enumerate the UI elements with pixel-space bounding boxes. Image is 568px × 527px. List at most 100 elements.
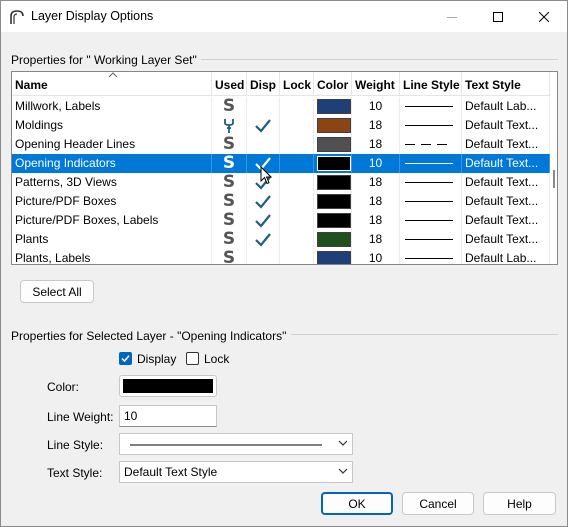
column-header-lock[interactable]: Lock: [280, 72, 314, 96]
layer-display-options-dialog: Layer Display Options Properties for " W…: [0, 0, 568, 527]
color-picker-button[interactable]: [119, 375, 217, 397]
text-style-value: Default Text...: [462, 192, 550, 211]
column-header-text-style[interactable]: Text Style: [462, 72, 550, 96]
layer-row[interactable]: Patterns, 3D Views S 18 Default Text...: [12, 173, 550, 192]
weight-value: 18: [352, 116, 400, 135]
column-header-color[interactable]: Color: [314, 72, 352, 96]
text-style-select[interactable]: Default Text Style: [119, 461, 353, 483]
display-toggle[interactable]: [247, 230, 280, 249]
used-indicator: S: [212, 154, 247, 173]
vertical-scrollbar[interactable]: [550, 72, 557, 264]
layer-row[interactable]: Plants S 18 Default Text...: [12, 230, 550, 249]
weight-value: 18: [352, 173, 400, 192]
ok-button[interactable]: OK: [321, 492, 393, 515]
color-cell[interactable]: [314, 173, 352, 192]
color-swatch: [123, 379, 213, 393]
weight-value: 10: [352, 249, 400, 264]
display-toggle[interactable]: [247, 211, 280, 230]
column-header-disp[interactable]: Disp: [247, 72, 280, 96]
color-label: Color:: [47, 380, 80, 394]
line-style-preview: [400, 211, 462, 230]
lock-toggle[interactable]: [280, 135, 314, 154]
chevron-down-icon: [338, 468, 348, 474]
select-all-button[interactable]: Select All: [20, 280, 94, 303]
lock-checkbox[interactable]: [186, 352, 199, 365]
line-style-preview: [400, 192, 462, 211]
line-style-preview: [400, 97, 462, 116]
used-indicator: S: [212, 211, 247, 230]
lock-toggle[interactable]: [280, 249, 314, 264]
layer-row[interactable]: Opening Header Lines S 18 Default Text...: [12, 135, 550, 154]
solid-line-preview: [130, 444, 322, 446]
cancel-button[interactable]: Cancel: [402, 492, 474, 515]
used-indicator: S: [212, 192, 247, 211]
display-toggle[interactable]: [247, 116, 280, 135]
color-cell[interactable]: [314, 116, 352, 135]
line-style-preview: [400, 135, 462, 154]
line-style-preview: [400, 249, 462, 264]
layer-row[interactable]: Picture/PDF Boxes S 18 Default Text...: [12, 192, 550, 211]
color-swatch: [317, 156, 351, 171]
selected-layer-section-title: Properties for Selected Layer - "Opening…: [11, 329, 287, 343]
lock-label: Lock: [204, 352, 230, 366]
layer-row[interactable]: Opening Indicators S 10 Default Text...: [12, 154, 550, 173]
lock-toggle[interactable]: [280, 211, 314, 230]
color-cell[interactable]: [314, 135, 352, 154]
color-cell[interactable]: [314, 230, 352, 249]
layer-row[interactable]: Millwork, Labels S 10 Default Lab...: [12, 97, 550, 116]
maximize-button[interactable]: [475, 1, 521, 32]
color-cell[interactable]: [314, 249, 352, 264]
column-header-line-style[interactable]: Line Style: [400, 72, 462, 96]
column-header-weight[interactable]: Weight: [352, 72, 400, 96]
scrollbar-thumb[interactable]: [553, 170, 555, 188]
window-title: Layer Display Options: [31, 9, 154, 23]
lock-toggle[interactable]: [280, 154, 314, 173]
help-button[interactable]: Help: [483, 492, 556, 515]
minimize-icon: [447, 16, 457, 18]
weight-value: 10: [352, 97, 400, 116]
color-cell[interactable]: [314, 192, 352, 211]
color-cell[interactable]: [314, 97, 352, 116]
checkmark-icon: [255, 119, 271, 133]
grid-header: Name Used Disp Lock Color Weight Line Style Tex…: [12, 72, 557, 96]
checkmark-icon: [255, 195, 271, 209]
line-weight-input[interactable]: 10: [119, 405, 217, 427]
close-button[interactable]: [521, 1, 567, 32]
layer-name: Picture/PDF Boxes, Labels: [12, 211, 212, 230]
minimize-button[interactable]: [429, 1, 475, 32]
color-swatch: [317, 99, 351, 114]
checkmark-icon: [121, 355, 130, 363]
display-checkbox[interactable]: [119, 352, 132, 365]
color-swatch: [317, 175, 351, 190]
line-style-select[interactable]: [119, 433, 353, 455]
display-toggle[interactable]: [247, 192, 280, 211]
color-cell[interactable]: [314, 211, 352, 230]
color-cell[interactable]: [314, 154, 352, 173]
lock-toggle[interactable]: [280, 192, 314, 211]
maximize-icon: [493, 11, 503, 22]
column-header-used[interactable]: Used: [212, 72, 247, 96]
layer-row[interactable]: Plants, Labels S 10 Default Lab...: [12, 249, 550, 264]
layer-row[interactable]: Moldings 18 Default Text...: [12, 116, 550, 135]
display-toggle[interactable]: [247, 97, 280, 116]
color-swatch: [317, 251, 351, 264]
checkmark-icon: [255, 214, 271, 228]
text-style-value: Default Lab...: [462, 249, 550, 264]
text-style-value: Default Text...: [462, 211, 550, 230]
color-swatch: [317, 232, 351, 247]
lock-toggle[interactable]: [280, 97, 314, 116]
column-header-name[interactable]: Name: [12, 72, 212, 96]
layer-grid[interactable]: Name Used Disp Lock Color Weight Line Style Tex…: [11, 71, 558, 265]
lock-toggle[interactable]: [280, 116, 314, 135]
display-toggle[interactable]: [247, 249, 280, 264]
layer-row[interactable]: Picture/PDF Boxes, Labels S 18 Default Text…: [12, 211, 550, 230]
lock-toggle[interactable]: [280, 173, 314, 192]
lock-toggle[interactable]: [280, 230, 314, 249]
line-style-label: Line Style:: [47, 438, 104, 452]
color-swatch: [317, 213, 351, 228]
section-divider: [291, 334, 558, 335]
display-toggle[interactable]: [247, 135, 280, 154]
layer-name: Millwork, Labels: [12, 97, 212, 116]
line-style-preview: [400, 116, 462, 135]
title-bar: Layer Display Options: [1, 1, 567, 32]
